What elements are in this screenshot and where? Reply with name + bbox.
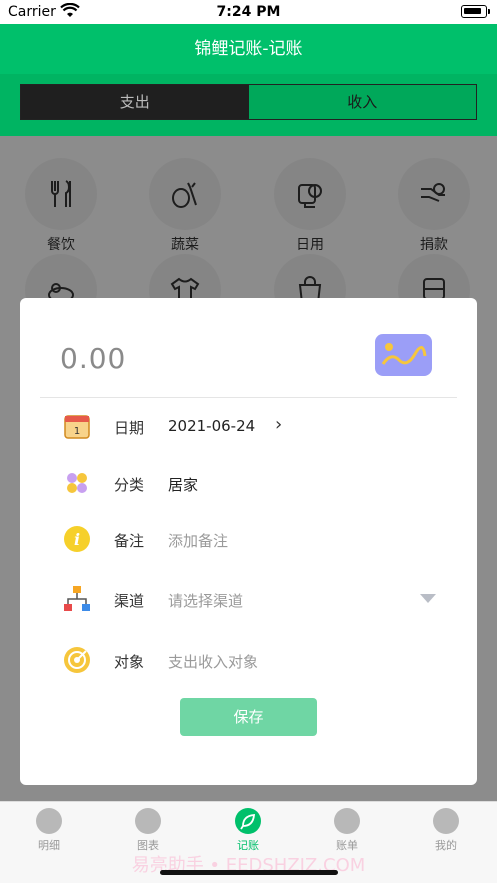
home-indicator bbox=[160, 870, 338, 875]
profile-icon bbox=[433, 808, 459, 834]
category-grid-icon bbox=[60, 466, 94, 500]
type-segment-control: 支出 收入 bbox=[20, 84, 477, 120]
svg-text:1: 1 bbox=[74, 426, 80, 437]
page-title: 锦鲤记账-记账 bbox=[194, 39, 303, 59]
segment-expense[interactable]: 支出 bbox=[21, 85, 249, 119]
note-label: 备注 bbox=[114, 532, 145, 550]
target-icon bbox=[60, 643, 94, 677]
tab-detail[interactable]: 明细 bbox=[19, 808, 79, 853]
tab-profile[interactable]: 我的 bbox=[416, 808, 476, 853]
chevron-right-icon: › bbox=[275, 414, 283, 435]
detail-icon bbox=[36, 808, 62, 834]
date-row[interactable]: 1 日期 2021-06-24 › bbox=[60, 409, 440, 443]
svg-text:i: i bbox=[74, 530, 80, 549]
nav-bar: 锦鲤记账-记账 bbox=[0, 24, 497, 74]
dropdown-arrow-icon[interactable] bbox=[420, 594, 436, 603]
chart-icon bbox=[135, 808, 161, 834]
save-button[interactable]: 保存 bbox=[180, 698, 317, 736]
tab-bar: 明细 图表 记账 账单 我的 易亮助手 • EEDSHZIZ.COM bbox=[0, 801, 497, 883]
network-icon bbox=[60, 582, 94, 616]
amount-divider bbox=[40, 397, 457, 398]
date-label: 日期 bbox=[114, 419, 145, 437]
bill-icon bbox=[334, 808, 360, 834]
amount-input[interactable]: 0.00 bbox=[60, 342, 126, 375]
target-label: 对象 bbox=[114, 653, 145, 671]
category-row[interactable]: 分类 居家 bbox=[60, 466, 440, 500]
date-value[interactable]: 2021-06-24 bbox=[168, 417, 255, 435]
battery-icon bbox=[461, 5, 490, 18]
clock: 7:24 PM bbox=[216, 4, 281, 20]
image-icon[interactable] bbox=[375, 334, 432, 376]
tab-bill[interactable]: 账单 bbox=[317, 808, 377, 853]
channel-select[interactable]: 请选择渠道 bbox=[168, 590, 243, 611]
entry-dialog: 0.00 1 日期 2021-06-24 › 分类 居家 i 备注 添加备注 渠… bbox=[20, 298, 477, 785]
info-icon: i bbox=[60, 522, 94, 556]
note-input[interactable]: 添加备注 bbox=[168, 530, 228, 551]
category-value[interactable]: 居家 bbox=[168, 474, 198, 495]
tab-chart[interactable]: 图表 bbox=[118, 808, 178, 853]
category-label: 分类 bbox=[114, 476, 145, 494]
channel-label: 渠道 bbox=[114, 592, 145, 610]
target-row[interactable]: 对象 支出收入对象 bbox=[60, 643, 440, 677]
segment-income[interactable]: 收入 bbox=[248, 85, 476, 119]
channel-row[interactable]: 渠道 请选择渠道 bbox=[60, 582, 440, 616]
leaf-icon bbox=[235, 808, 261, 834]
status-bar: Carrier 7:24 PM bbox=[0, 0, 497, 24]
calendar-icon: 1 bbox=[60, 409, 94, 443]
target-input[interactable]: 支出收入对象 bbox=[168, 651, 258, 672]
tab-record[interactable]: 记账 bbox=[218, 808, 278, 853]
note-row[interactable]: i 备注 添加备注 bbox=[60, 522, 440, 556]
type-segment-bar: 支出 收入 bbox=[0, 74, 497, 136]
